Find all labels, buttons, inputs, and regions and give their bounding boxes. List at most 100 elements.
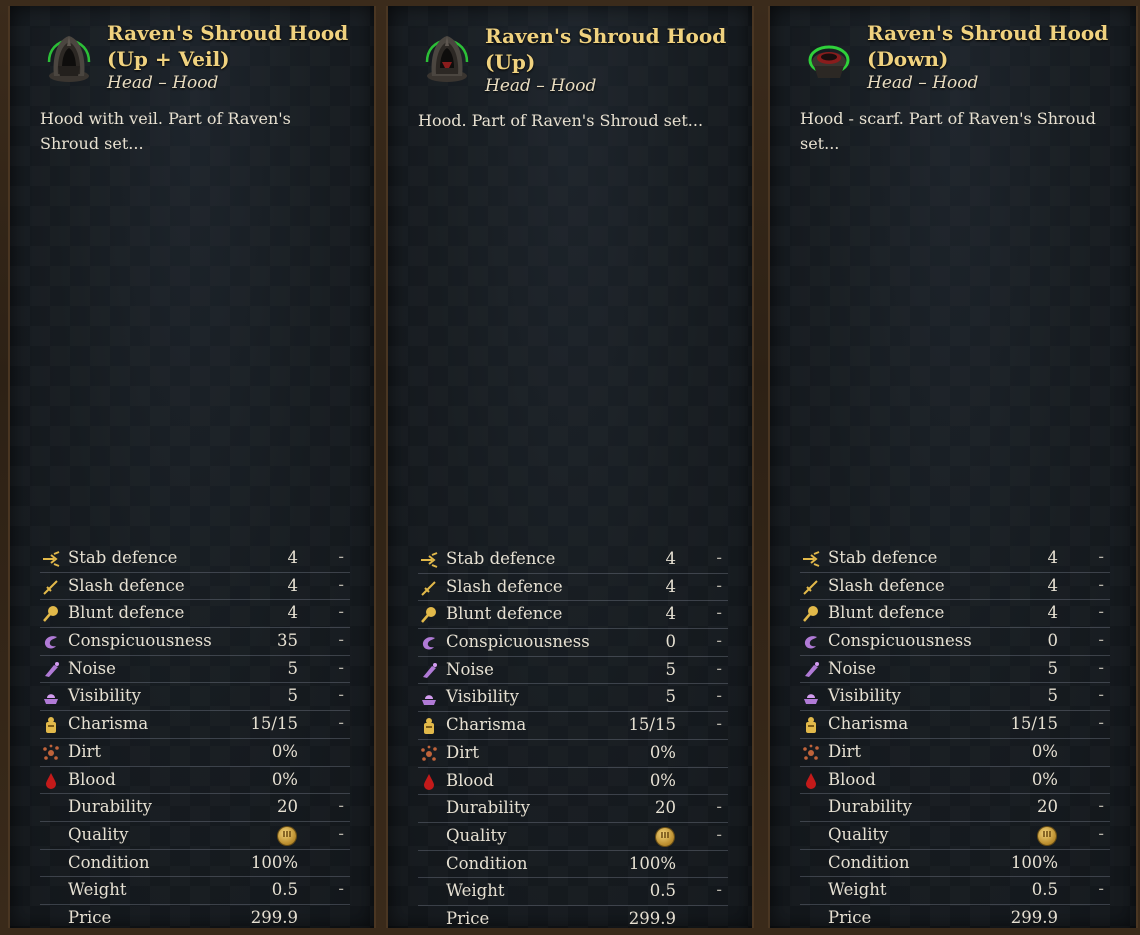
charisma-icon [802, 716, 820, 734]
stat-label: Slash defence [446, 576, 563, 596]
stat-compare: - [716, 686, 722, 706]
stat-compare: - [338, 713, 344, 733]
stat-label: Condition [828, 852, 910, 872]
stat-label: Weight [828, 880, 887, 900]
stat-label: Blunt defence [828, 603, 945, 623]
stat-label: Weight [446, 881, 505, 901]
stat-compare: - [1098, 879, 1104, 899]
stat-row-slash: Slash defence 4 - [418, 574, 728, 602]
stat-row-charisma: Charisma 15/15 - [40, 711, 350, 739]
stat-label: Durability [828, 797, 912, 817]
stats-list: Stab defence 4 - Slash defence 4 - Blunt def… [418, 546, 728, 928]
stat-value: 15/15 [250, 714, 298, 734]
stat-compare: - [1098, 713, 1104, 733]
stat-value: 5 [287, 658, 299, 678]
hood-down-icon [808, 45, 850, 78]
stat-row-visibility: Visibility 5 - [418, 684, 728, 713]
stat-row-weight: Weight 0.5 - [40, 877, 350, 905]
stat-row-stab: Stab defence 4 - [800, 545, 1110, 573]
stat-row-price: Price 299.9 [800, 905, 1110, 928]
blunt-icon [420, 606, 438, 624]
stat-value: 5 [665, 687, 677, 707]
stat-compare: - [716, 603, 722, 623]
stat-compare: - [338, 657, 344, 677]
stat-value: 15/15 [628, 715, 676, 735]
hood-up-icon [425, 36, 469, 82]
stat-label: Charisma [68, 714, 149, 734]
stat-label: Visibility [68, 686, 141, 706]
stat-label: Quality [446, 825, 507, 845]
stat-compare: - [716, 880, 722, 900]
stat-compare: - [338, 630, 344, 650]
quality-coin-icon [656, 827, 674, 846]
stat-label: Weight [68, 880, 127, 900]
conspicuousness-icon [802, 633, 820, 651]
stat-label: Quality [68, 824, 129, 844]
stat-row-weight: Weight 0.5 - [800, 877, 1110, 905]
stat-row-durability: Durability 20 - [800, 794, 1110, 822]
stat-label: Blood [68, 769, 116, 789]
item-category: Head – Hood [485, 76, 597, 96]
stat-value: 4 [287, 575, 299, 595]
noise-icon [420, 662, 438, 680]
stat-label: Price [68, 907, 112, 927]
item-title-line1: Raven's Shroud Hood [107, 21, 349, 45]
stat-value: 0% [271, 769, 298, 789]
blunt-icon [802, 605, 820, 623]
stat-compare: - [338, 574, 344, 594]
stat-value: 35 [277, 631, 298, 651]
stat-compare: - [716, 548, 722, 567]
stat-row-quality: Quality - [418, 823, 728, 851]
item-title-line2: (Down) [867, 47, 949, 71]
stat-compare: - [1098, 547, 1104, 566]
stat-row-condition: Condition 100% [800, 850, 1110, 878]
item-title-line1: Raven's Shroud Hood [485, 24, 727, 48]
stat-row-durability: Durability 20 - [418, 795, 728, 823]
stat-row-dirt: Dirt 0% [40, 739, 350, 767]
stat-compare: - [1098, 823, 1104, 843]
stab-icon [420, 551, 438, 569]
stat-row-condition: Condition 100% [418, 851, 728, 879]
stat-value: 0% [271, 741, 298, 761]
stat-value: 4 [665, 604, 677, 624]
stat-row-slash: Slash defence 4 - [40, 573, 350, 601]
stat-value: 0 [665, 632, 677, 652]
stat-compare: - [338, 879, 344, 899]
stat-row-charisma: Charisma 15/15 - [418, 712, 728, 740]
visibility-icon [42, 688, 60, 706]
stat-row-blunt: Blunt defence 4 - [418, 601, 728, 630]
item-title-line2: (Up) [485, 50, 536, 74]
stat-value: 299.9 [1010, 907, 1058, 927]
stat-label: Condition [68, 852, 150, 872]
stat-value: 100% [628, 853, 676, 873]
stat-compare: - [716, 658, 722, 678]
item-title-line1: Raven's Shroud Hood [867, 21, 1109, 45]
stat-compare: - [1098, 630, 1104, 650]
stat-row-slash: Slash defence 4 - [800, 573, 1110, 601]
stat-compare: - [338, 685, 344, 705]
charisma-icon [42, 716, 60, 734]
item-title: Raven's Shroud Hood (Up) Head – Hood [485, 23, 745, 97]
blunt-icon [42, 605, 60, 623]
stat-compare: - [338, 796, 344, 816]
stat-label: Visibility [828, 686, 901, 706]
stat-value: 100% [250, 852, 298, 872]
stat-row-blood: Blood 0% [40, 767, 350, 795]
item-description: Hood. Part of Raven's Shroud set... [418, 111, 704, 130]
stat-row-blunt: Blunt defence 4 - [40, 600, 350, 629]
stat-value: 0.5 [1031, 880, 1058, 900]
stat-row-conspicuousness: Conspicuousness 0 - [800, 628, 1110, 656]
noise-icon [42, 661, 60, 679]
stat-label: Conspicuousness [68, 631, 212, 651]
stat-row-blood: Blood 0% [418, 768, 728, 796]
stat-value: 0% [649, 770, 676, 790]
stat-row-price: Price 299.9 [418, 906, 728, 928]
stat-compare: - [716, 575, 722, 595]
item-title-line2: (Up + Veil) [107, 47, 230, 71]
stat-label: Slash defence [68, 575, 185, 595]
stat-value: 100% [1010, 852, 1058, 872]
stat-label: Durability [68, 797, 152, 817]
stat-row-dirt: Dirt 0% [800, 739, 1110, 767]
stat-value: 299.9 [628, 908, 676, 928]
stat-value: 0% [1031, 741, 1058, 761]
